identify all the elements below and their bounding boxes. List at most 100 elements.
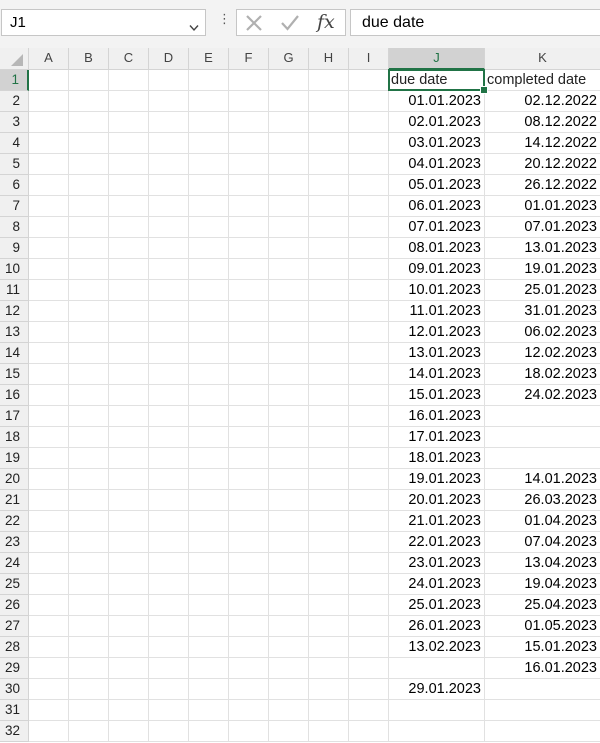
- cell-d14[interactable]: [149, 343, 189, 364]
- cell-a5[interactable]: [29, 154, 69, 175]
- cell-b3[interactable]: [69, 112, 109, 133]
- cell-b28[interactable]: [69, 637, 109, 658]
- cell-b2[interactable]: [69, 91, 109, 112]
- cell-j22[interactable]: 21.01.2023: [389, 511, 485, 532]
- cell-a24[interactable]: [29, 553, 69, 574]
- cell-d5[interactable]: [149, 154, 189, 175]
- cell-k25[interactable]: 19.04.2023: [485, 574, 600, 595]
- cell-j2[interactable]: 01.01.2023: [389, 91, 485, 112]
- cell-i2[interactable]: [349, 91, 389, 112]
- cell-f15[interactable]: [229, 364, 269, 385]
- cell-i32[interactable]: [349, 721, 389, 742]
- cell-d27[interactable]: [149, 616, 189, 637]
- row-header-16[interactable]: 16: [0, 385, 29, 406]
- cell-i6[interactable]: [349, 175, 389, 196]
- cell-b25[interactable]: [69, 574, 109, 595]
- row-header-1[interactable]: 1: [0, 70, 29, 91]
- cell-j20[interactable]: 19.01.2023: [389, 469, 485, 490]
- cell-b6[interactable]: [69, 175, 109, 196]
- cell-a22[interactable]: [29, 511, 69, 532]
- cell-g3[interactable]: [269, 112, 309, 133]
- cell-c28[interactable]: [109, 637, 149, 658]
- cell-g7[interactable]: [269, 196, 309, 217]
- cell-e31[interactable]: [189, 700, 229, 721]
- cell-k24[interactable]: 13.04.2023: [485, 553, 600, 574]
- cell-d23[interactable]: [149, 532, 189, 553]
- cell-g31[interactable]: [269, 700, 309, 721]
- cell-k20[interactable]: 14.01.2023: [485, 469, 600, 490]
- cell-b27[interactable]: [69, 616, 109, 637]
- cell-a31[interactable]: [29, 700, 69, 721]
- cell-h23[interactable]: [309, 532, 349, 553]
- cell-b19[interactable]: [69, 448, 109, 469]
- cell-f24[interactable]: [229, 553, 269, 574]
- cell-i8[interactable]: [349, 217, 389, 238]
- cell-f3[interactable]: [229, 112, 269, 133]
- cell-b13[interactable]: [69, 322, 109, 343]
- cell-h22[interactable]: [309, 511, 349, 532]
- cell-d4[interactable]: [149, 133, 189, 154]
- cell-k3[interactable]: 08.12.2022: [485, 112, 600, 133]
- cell-c3[interactable]: [109, 112, 149, 133]
- cell-k10[interactable]: 19.01.2023: [485, 259, 600, 280]
- cell-h5[interactable]: [309, 154, 349, 175]
- cell-e30[interactable]: [189, 679, 229, 700]
- cell-a8[interactable]: [29, 217, 69, 238]
- cell-e15[interactable]: [189, 364, 229, 385]
- cell-e24[interactable]: [189, 553, 229, 574]
- cell-a3[interactable]: [29, 112, 69, 133]
- cell-h31[interactable]: [309, 700, 349, 721]
- cell-i31[interactable]: [349, 700, 389, 721]
- cell-f1[interactable]: [229, 70, 269, 91]
- cell-j7[interactable]: 06.01.2023: [389, 196, 485, 217]
- cell-j21[interactable]: 20.01.2023: [389, 490, 485, 511]
- cell-b16[interactable]: [69, 385, 109, 406]
- cell-k27[interactable]: 01.05.2023: [485, 616, 600, 637]
- cell-g11[interactable]: [269, 280, 309, 301]
- cell-k1[interactable]: completed date: [485, 70, 600, 91]
- cell-d7[interactable]: [149, 196, 189, 217]
- row-header-28[interactable]: 28: [0, 637, 29, 658]
- cell-e5[interactable]: [189, 154, 229, 175]
- cell-i30[interactable]: [349, 679, 389, 700]
- cell-f6[interactable]: [229, 175, 269, 196]
- cell-j26[interactable]: 25.01.2023: [389, 595, 485, 616]
- column-header-e[interactable]: E: [189, 48, 229, 70]
- cell-h28[interactable]: [309, 637, 349, 658]
- row-header-3[interactable]: 3: [0, 112, 29, 133]
- cell-e14[interactable]: [189, 343, 229, 364]
- cell-c19[interactable]: [109, 448, 149, 469]
- cell-c21[interactable]: [109, 490, 149, 511]
- cell-g20[interactable]: [269, 469, 309, 490]
- cell-h20[interactable]: [309, 469, 349, 490]
- cell-g22[interactable]: [269, 511, 309, 532]
- cell-b4[interactable]: [69, 133, 109, 154]
- cell-d13[interactable]: [149, 322, 189, 343]
- cell-a15[interactable]: [29, 364, 69, 385]
- cell-c10[interactable]: [109, 259, 149, 280]
- cell-h19[interactable]: [309, 448, 349, 469]
- cell-i9[interactable]: [349, 238, 389, 259]
- cell-b18[interactable]: [69, 427, 109, 448]
- column-header-i[interactable]: I: [349, 48, 389, 70]
- cell-e20[interactable]: [189, 469, 229, 490]
- cell-e18[interactable]: [189, 427, 229, 448]
- cell-k12[interactable]: 31.01.2023: [485, 301, 600, 322]
- cell-d6[interactable]: [149, 175, 189, 196]
- cell-i11[interactable]: [349, 280, 389, 301]
- cell-g6[interactable]: [269, 175, 309, 196]
- row-header-20[interactable]: 20: [0, 469, 29, 490]
- cell-i10[interactable]: [349, 259, 389, 280]
- row-header-6[interactable]: 6: [0, 175, 29, 196]
- cell-h3[interactable]: [309, 112, 349, 133]
- row-header-19[interactable]: 19: [0, 448, 29, 469]
- cell-d29[interactable]: [149, 658, 189, 679]
- cell-f25[interactable]: [229, 574, 269, 595]
- cell-c15[interactable]: [109, 364, 149, 385]
- cell-b29[interactable]: [69, 658, 109, 679]
- cell-j8[interactable]: 07.01.2023: [389, 217, 485, 238]
- cell-j16[interactable]: 15.01.2023: [389, 385, 485, 406]
- chevron-down-icon[interactable]: [189, 19, 199, 37]
- cell-e25[interactable]: [189, 574, 229, 595]
- cell-g30[interactable]: [269, 679, 309, 700]
